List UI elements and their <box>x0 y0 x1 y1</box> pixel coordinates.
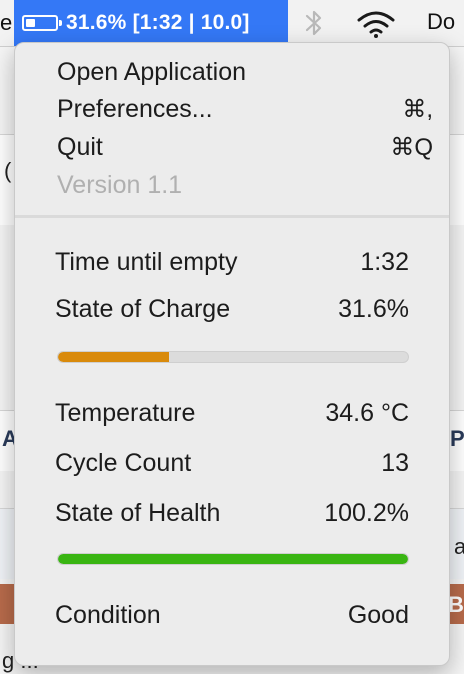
temperature-label: Temperature <box>55 398 196 427</box>
state-of-charge-row: State of Charge 31.6% <box>55 291 409 327</box>
temperature-row: Temperature 34.6 °C <box>55 395 409 431</box>
battery-icon <box>22 15 62 31</box>
open-application-label: Open Application <box>57 57 247 86</box>
state-of-health-value: 100.2% <box>324 498 409 527</box>
cycle-count-row: Cycle Count 13 <box>55 445 409 481</box>
health-progress-fill <box>58 554 408 564</box>
open-application-menu-item[interactable]: Open Application <box>57 54 433 90</box>
time-until-empty-value: 1:32 <box>360 247 409 276</box>
state-of-health-row: State of Health 100.2% <box>55 495 409 531</box>
time-until-empty-row: Time until empty 1:32 <box>55 244 409 280</box>
battery-fill <box>26 19 35 27</box>
state-of-health-label: State of Health <box>55 498 221 527</box>
version-menu-item: Version 1.1 <box>57 167 433 203</box>
background-text-c: P <box>450 426 464 451</box>
condition-row: Condition Good <box>55 597 409 633</box>
charge-progress-fill <box>58 352 169 362</box>
wifi-icon[interactable] <box>356 9 396 44</box>
quit-label: Quit <box>57 132 103 161</box>
menubar-right-text[interactable]: Do <box>427 9 455 35</box>
menubar-left-text[interactable]: e <box>0 10 12 36</box>
background-text-e: B <box>448 592 464 617</box>
battery-status-text: 31.6% [1:32 | 10.0] <box>66 11 250 34</box>
time-until-empty-label: Time until empty <box>55 247 238 276</box>
preferences-shortcut: ⌘, <box>402 95 433 123</box>
quit-menu-item[interactable]: Quit ⌘Q <box>57 129 433 165</box>
charge-progress-bar <box>57 351 409 363</box>
temperature-value: 34.6 °C <box>325 398 409 427</box>
state-of-charge-value: 31.6% <box>338 294 409 323</box>
battery-dropdown-menu: Open Application Preferences... ⌘, Quit … <box>14 42 450 666</box>
bluetooth-icon[interactable] <box>303 8 325 43</box>
menu-bar: e 31.6% [1:32 | 10.0] Do <box>0 0 464 47</box>
preferences-label: Preferences... <box>57 94 213 123</box>
condition-value: Good <box>347 600 409 629</box>
cycle-count-label: Cycle Count <box>55 448 192 477</box>
background-text-a: ( <box>4 158 12 183</box>
battery-status-item[interactable]: 31.6% [1:32 | 10.0] <box>14 0 288 46</box>
preferences-menu-item[interactable]: Preferences... ⌘, <box>57 91 433 127</box>
cycle-count-value: 13 <box>381 448 409 477</box>
version-label: Version 1.1 <box>57 170 183 199</box>
condition-label: Condition <box>55 600 161 629</box>
quit-shortcut: ⌘Q <box>390 133 433 161</box>
health-progress-bar <box>57 553 409 565</box>
background-text-d: a <box>454 534 464 559</box>
state-of-charge-label: State of Charge <box>55 294 231 323</box>
menu-separator <box>15 215 449 218</box>
